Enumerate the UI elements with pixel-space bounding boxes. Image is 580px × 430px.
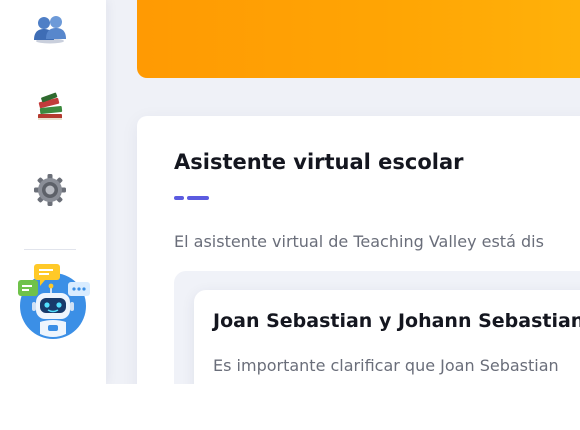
- card-title: Asistente virtual escolar: [174, 150, 464, 174]
- sidebar-item-books[interactable]: [30, 88, 70, 128]
- answer-title: Joan Sebastian y Johann Sebastian E: [213, 310, 580, 332]
- answer-card[interactable]: Joan Sebastian y Johann Sebastian E Es i…: [194, 290, 580, 384]
- app-viewport: Asistente virtual escolar El asistente v…: [0, 0, 580, 384]
- bottom-area: [0, 384, 580, 430]
- hero-banner: [137, 0, 580, 78]
- sidebar: [0, 0, 106, 384]
- robot-assistant-icon: [18, 264, 90, 339]
- users-icon: [34, 16, 66, 44]
- assistant-card: Asistente virtual escolar El asistente v…: [137, 116, 580, 384]
- sidebar-item-users[interactable]: [30, 8, 70, 48]
- books-icon: [38, 92, 63, 120]
- gear-icon: [34, 174, 66, 206]
- assistant-avatar[interactable]: [14, 262, 96, 344]
- sidebar-item-settings[interactable]: [30, 170, 70, 210]
- card-description: El asistente virtual de Teaching Valley …: [174, 232, 544, 251]
- answer-panel: Joan Sebastian y Johann Sebastian E Es i…: [174, 271, 580, 384]
- sidebar-divider: [24, 249, 76, 250]
- answer-text: Es importante clarificar que Joan Sebast…: [213, 356, 559, 375]
